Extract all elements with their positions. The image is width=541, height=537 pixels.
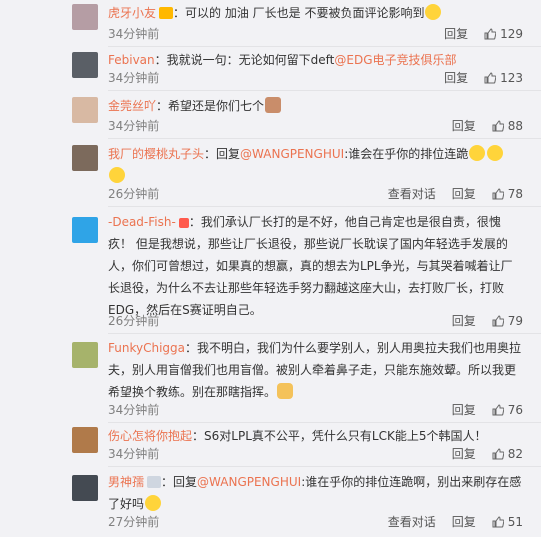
emoji-icon	[425, 4, 442, 20]
username[interactable]: Febivan	[108, 53, 155, 67]
username[interactable]: 虎牙小友	[108, 6, 156, 20]
like-button[interactable]: 123	[484, 71, 523, 85]
thumbs-up-icon	[484, 71, 497, 83]
mention-link[interactable]: @WANGPENGHUI	[240, 147, 344, 161]
reply-button[interactable]: 回复	[452, 117, 476, 134]
divider	[108, 422, 541, 423]
like-button[interactable]: 51	[492, 515, 523, 529]
like-count: 51	[507, 514, 523, 529]
thumbs-up-icon	[492, 403, 504, 415]
thumbs-up-icon	[492, 187, 504, 199]
cat-emoji-icon	[277, 383, 294, 399]
comment-actions: 回复 76	[452, 401, 523, 418]
vip-badge-icon	[159, 7, 174, 19]
timestamp: 26分钟前	[108, 314, 160, 328]
like-button[interactable]: 79	[492, 314, 523, 328]
emoji-icon	[487, 145, 504, 161]
emoji-icon	[265, 97, 282, 113]
divider	[108, 206, 541, 207]
like-button[interactable]: 129	[484, 27, 523, 41]
username[interactable]: 我厂的樱桃丸子头	[108, 147, 204, 161]
avatar[interactable]	[72, 145, 98, 171]
comment-actions: 回复 82	[452, 445, 523, 462]
like-button[interactable]: 88	[492, 119, 523, 133]
username[interactable]: -Dead-Fish-	[108, 215, 176, 229]
view-conversation-button[interactable]: 查看对话	[388, 185, 436, 202]
reply-button[interactable]: 回复	[452, 312, 476, 329]
timestamp: 27分钟前	[108, 515, 160, 529]
comment-actions: 回复 88	[452, 117, 523, 134]
comment-actions: 回复 79	[452, 312, 523, 329]
avatar[interactable]	[72, 97, 98, 123]
like-count: 82	[507, 446, 523, 461]
reply-button[interactable]: 回复	[444, 69, 468, 86]
like-button[interactable]: 76	[492, 403, 523, 417]
thumbs-up-icon	[492, 447, 504, 459]
divider	[108, 90, 541, 91]
username[interactable]: FunkyChigga	[108, 341, 185, 355]
comment-text: 可以的 加油 厂长也是 不要被负面评论影响到	[185, 6, 425, 20]
comment-body: -Dead-Fish- ：我们承认厂长打的是不好，他自己肯定也是很自责，很愧疚！ …	[108, 215, 513, 317]
comment-body: 男神孺 ：回复@WANGPENGHUI:谁在乎你的排位连跪啊，别出来刷存在感了好吗	[108, 475, 522, 511]
like-count: 88	[507, 118, 523, 133]
divider	[108, 46, 541, 47]
view-conversation-button[interactable]: 查看对话	[388, 513, 436, 530]
level-badge-icon	[147, 476, 162, 488]
comment-body: FunkyChigga：我不明白，我们为什么要学别人，别人用奥拉夫我们也用奥拉夫…	[108, 341, 522, 399]
comment-body: 伤心怎将你抱起：S6对LPL真不公平，凭什么只有LCK能上5个韩国人！	[108, 429, 487, 443]
reply-button[interactable]: 回复	[452, 513, 476, 530]
emoji-icon	[109, 167, 125, 183]
comment-actions: 查看对话 回复 51	[388, 513, 523, 530]
like-count: 123	[500, 70, 523, 85]
comment-body: 我厂的樱桃丸子头：回复@WANGPENGHUI:谁会在乎你的排位连跪	[108, 143, 523, 187]
star-badge-icon	[178, 218, 189, 228]
timestamp: 34分钟前	[108, 71, 160, 85]
divider	[108, 333, 541, 334]
avatar[interactable]	[72, 475, 98, 501]
divider	[108, 138, 541, 139]
comment-body: 金莞丝吖：希望还是你们七个	[108, 95, 523, 117]
emoji-icon	[145, 495, 162, 511]
like-count: 129	[500, 26, 523, 41]
comment-actions: 查看对话 回复 78	[388, 185, 523, 202]
avatar[interactable]	[72, 427, 98, 453]
thumbs-up-icon	[492, 314, 504, 326]
reply-button[interactable]: 回复	[444, 25, 468, 42]
avatar[interactable]	[72, 342, 98, 368]
comment-body: Febivan：我就说一句：无论如何留下deft@EDG电子竞技俱乐部	[108, 53, 457, 67]
reply-button[interactable]: 回复	[452, 445, 476, 462]
mention-link[interactable]: @WANGPENGHUI	[197, 475, 301, 489]
comment-actions: 回复 129	[444, 25, 523, 42]
timestamp: 26分钟前	[108, 187, 160, 201]
like-button[interactable]: 82	[492, 447, 523, 461]
comment-list: 虎牙小友 ：可以的 加油 厂长也是 不要被负面评论影响到 34分钟前 回复 129…	[0, 0, 541, 537]
like-count: 76	[507, 402, 523, 417]
avatar[interactable]	[72, 217, 98, 243]
like-button[interactable]: 78	[492, 187, 523, 201]
timestamp: 34分钟前	[108, 403, 160, 417]
comment-actions: 回复 123	[444, 69, 523, 86]
mention-link[interactable]: @EDG电子竞技俱乐部	[334, 53, 456, 67]
like-count: 78	[507, 186, 523, 201]
thumbs-up-icon	[492, 515, 504, 527]
emoji-icon	[469, 145, 486, 161]
avatar[interactable]	[72, 4, 98, 30]
username[interactable]: 伤心怎将你抱起	[108, 429, 192, 443]
like-count: 79	[507, 313, 523, 328]
timestamp: 34分钟前	[108, 119, 160, 133]
timestamp: 34分钟前	[108, 447, 160, 461]
reply-button[interactable]: 回复	[452, 401, 476, 418]
thumbs-up-icon	[484, 27, 497, 39]
avatar[interactable]	[72, 52, 98, 78]
timestamp: 34分钟前	[108, 27, 160, 41]
divider	[108, 466, 541, 467]
thumbs-up-icon	[492, 119, 504, 131]
username[interactable]: 金莞丝吖	[108, 99, 156, 113]
comment-body: 虎牙小友 ：可以的 加油 厂长也是 不要被负面评论影响到	[108, 2, 523, 24]
username[interactable]: 男神孺	[108, 475, 144, 489]
reply-button[interactable]: 回复	[452, 185, 476, 202]
